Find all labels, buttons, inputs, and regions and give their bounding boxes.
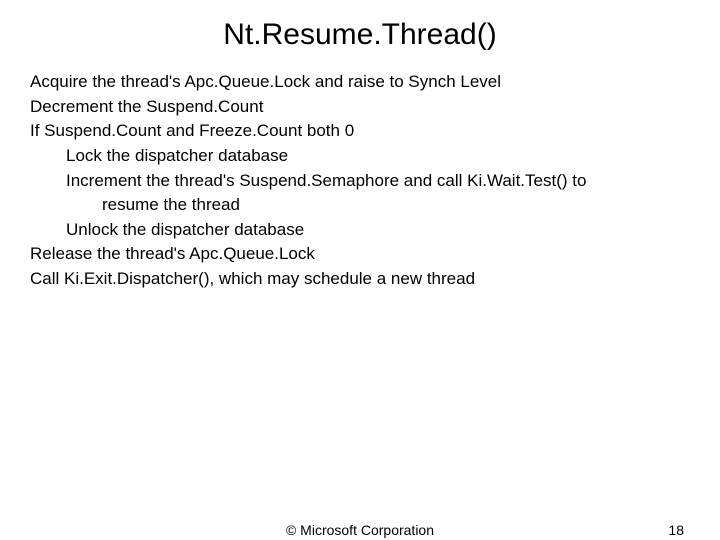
body-line: resume the thread [102,193,690,218]
page-number: 18 [668,522,684,538]
body-line: Acquire the thread's Apc.Queue.Lock and … [30,70,690,95]
body-line: Lock the dispatcher database [66,144,690,169]
slide: Nt.Resume.Thread() Acquire the thread's … [0,0,720,540]
body-line: Release the thread's Apc.Queue.Lock [30,242,690,267]
body-line: Increment the thread's Suspend.Semaphore… [66,169,690,194]
body-line: If Suspend.Count and Freeze.Count both 0 [30,119,690,144]
slide-body: Acquire the thread's Apc.Queue.Lock and … [0,70,720,292]
body-line: Unlock the dispatcher database [66,218,690,243]
body-line: Call Ki.Exit.Dispatcher(), which may sch… [30,267,690,292]
body-line: Decrement the Suspend.Count [30,95,690,120]
slide-title: Nt.Resume.Thread() [0,0,720,70]
copyright-text: © Microsoft Corporation [0,522,720,538]
